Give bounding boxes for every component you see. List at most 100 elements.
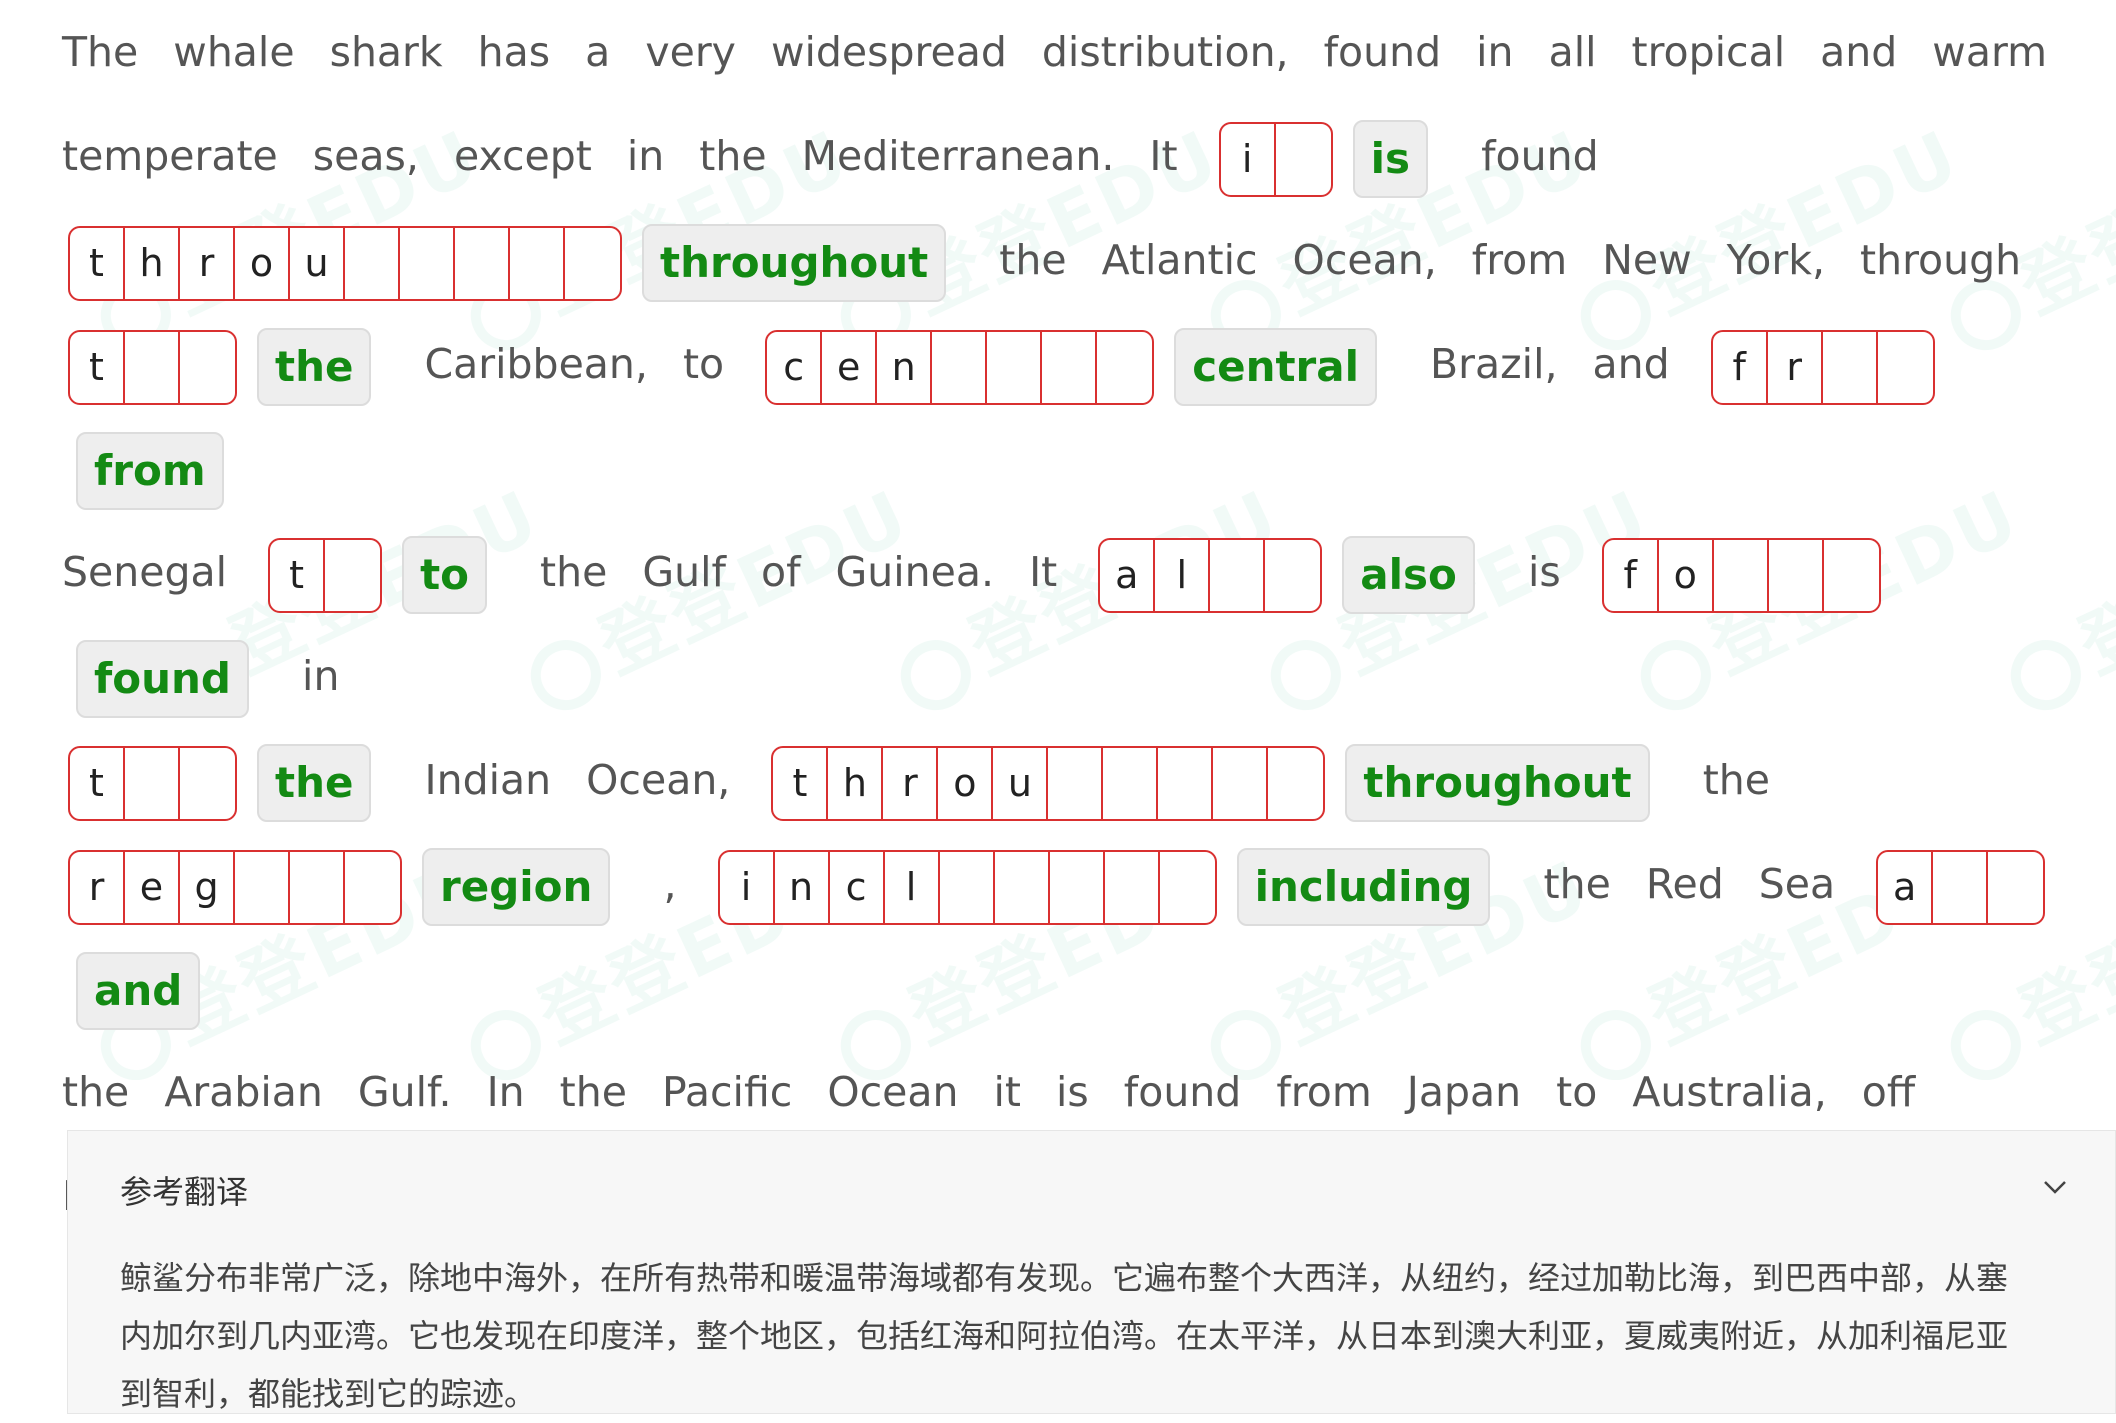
passage-text: the Atlantic Ocean, from New York, throu… xyxy=(999,236,2022,284)
letter-cell[interactable]: u xyxy=(290,227,345,299)
letter-cell[interactable] xyxy=(1158,747,1214,819)
answer-blank-4[interactable]: cen xyxy=(765,329,1155,405)
passage-text: the Gulf of Guinea. It xyxy=(540,548,1058,596)
correct-answer-badge: region xyxy=(422,848,611,926)
answer-blank-2[interactable]: throu xyxy=(68,225,622,301)
letter-cell[interactable] xyxy=(1265,540,1320,611)
letter-cell[interactable] xyxy=(325,540,380,611)
letter-cell[interactable] xyxy=(940,851,995,923)
letter-cell[interactable]: l xyxy=(885,851,940,923)
letter-cell[interactable]: e xyxy=(822,331,878,403)
passage-text: the xyxy=(1702,756,1770,804)
correct-answer-badge: including xyxy=(1236,848,1491,926)
letter-cell[interactable]: h xyxy=(828,747,884,819)
letter-cell[interactable] xyxy=(1097,332,1152,403)
letter-cell[interactable] xyxy=(1050,851,1105,923)
letter-cell[interactable]: i xyxy=(720,851,775,923)
letter-cell[interactable]: r xyxy=(180,227,235,299)
answer-blank-5[interactable]: fr xyxy=(1710,329,1935,405)
letter-cell[interactable]: c xyxy=(830,851,885,923)
answer-blank-9[interactable]: t xyxy=(68,745,237,821)
letter-cell[interactable]: n xyxy=(877,331,933,403)
letter-cell[interactable]: a xyxy=(1100,539,1156,611)
letter-cell[interactable] xyxy=(932,331,988,403)
letter-cell[interactable]: t xyxy=(773,747,829,819)
letter-cell[interactable] xyxy=(180,748,235,819)
letter-cell[interactable] xyxy=(235,851,290,923)
passage-text: found xyxy=(1481,132,1599,180)
letter-cell[interactable]: r xyxy=(883,747,939,819)
letter-cell[interactable] xyxy=(290,851,345,923)
letter-cell[interactable]: r xyxy=(1768,331,1823,403)
passage-text: Indian Ocean, xyxy=(424,756,731,804)
letter-cell[interactable]: n xyxy=(775,851,830,923)
answer-blank-12[interactable]: incl xyxy=(717,849,1217,925)
letter-cell[interactable] xyxy=(1823,331,1878,403)
letter-cell[interactable] xyxy=(1048,747,1104,819)
answer-blank-13[interactable]: a xyxy=(1876,849,2046,925)
letter-cell[interactable]: o xyxy=(938,747,994,819)
letter-cell[interactable]: r xyxy=(70,851,125,923)
letter-cell[interactable] xyxy=(1042,331,1098,403)
letter-cell[interactable] xyxy=(1769,539,1824,611)
letter-cell[interactable] xyxy=(125,331,180,403)
letter-cell[interactable]: t xyxy=(270,539,326,611)
translation-panel: 参考翻译 鲸鲨分布非常广泛，除地中海外，在所有热带和暖温带海域都有发现。它遍布整… xyxy=(67,1130,2116,1414)
letter-cell[interactable] xyxy=(1213,747,1269,819)
answer-blank-8[interactable]: fo xyxy=(1601,537,1881,613)
letter-cell[interactable] xyxy=(1268,748,1323,819)
letter-cell[interactable] xyxy=(987,331,1043,403)
letter-cell[interactable] xyxy=(1210,539,1266,611)
letter-cell[interactable] xyxy=(1276,124,1331,195)
letter-cell[interactable]: o xyxy=(1659,539,1714,611)
passage-text: , xyxy=(663,860,677,908)
letter-cell[interactable]: u xyxy=(993,747,1049,819)
correct-answer-badge: is xyxy=(1352,120,1429,198)
answer-blank-10[interactable]: throu xyxy=(771,745,1326,821)
letter-cell[interactable] xyxy=(400,227,455,299)
letter-cell[interactable] xyxy=(455,227,510,299)
chevron-down-icon[interactable] xyxy=(2035,1167,2075,1207)
answer-blank-7[interactable]: al xyxy=(1098,537,1323,613)
answer-blank-3[interactable]: t xyxy=(68,329,237,405)
letter-cell[interactable]: t xyxy=(70,227,125,299)
chevron-down-icon-svg xyxy=(2044,1181,2066,1194)
answer-blank-11[interactable]: reg xyxy=(68,849,402,925)
correct-answer-badge: throughout xyxy=(1345,744,1650,822)
letter-cell[interactable] xyxy=(180,332,235,403)
letter-cell[interactable] xyxy=(345,852,400,923)
letter-cell[interactable] xyxy=(565,228,620,299)
letter-cell[interactable]: f xyxy=(1604,539,1659,611)
letter-cell[interactable] xyxy=(1160,852,1215,923)
letter-cell[interactable] xyxy=(1988,852,2043,923)
correct-answer-badge: found xyxy=(76,640,249,718)
letter-cell[interactable]: g xyxy=(180,851,235,923)
letter-cell[interactable]: c xyxy=(767,331,823,403)
letter-cell[interactable] xyxy=(1878,332,1933,403)
letter-cell[interactable]: f xyxy=(1713,331,1768,403)
letter-cell[interactable]: i xyxy=(1221,123,1276,195)
answer-blank-6[interactable]: t xyxy=(268,537,383,613)
translation-title: 参考翻译 xyxy=(120,1173,249,1211)
letter-cell[interactable] xyxy=(1933,851,1989,923)
letter-cell[interactable] xyxy=(1103,747,1159,819)
passage-text: is xyxy=(1527,548,1561,596)
letter-cell[interactable] xyxy=(510,227,565,299)
letter-cell[interactable] xyxy=(1824,540,1879,611)
letter-cell[interactable]: e xyxy=(125,851,180,923)
letter-cell[interactable]: a xyxy=(1878,851,1934,923)
letter-cell[interactable]: o xyxy=(235,227,290,299)
correct-answer-badge: throughout xyxy=(642,224,947,302)
correct-answer-badge: central xyxy=(1174,328,1377,406)
letter-cell[interactable]: l xyxy=(1155,539,1211,611)
letter-cell[interactable]: t xyxy=(70,331,125,403)
letter-cell[interactable] xyxy=(345,227,400,299)
letter-cell[interactable] xyxy=(995,851,1050,923)
letter-cell[interactable] xyxy=(1714,539,1769,611)
passage-text: Senegal xyxy=(62,548,228,596)
letter-cell[interactable]: h xyxy=(125,227,180,299)
letter-cell[interactable] xyxy=(125,747,180,819)
answer-blank-1[interactable]: i xyxy=(1218,121,1333,197)
letter-cell[interactable] xyxy=(1105,851,1160,923)
letter-cell[interactable]: t xyxy=(70,747,125,819)
